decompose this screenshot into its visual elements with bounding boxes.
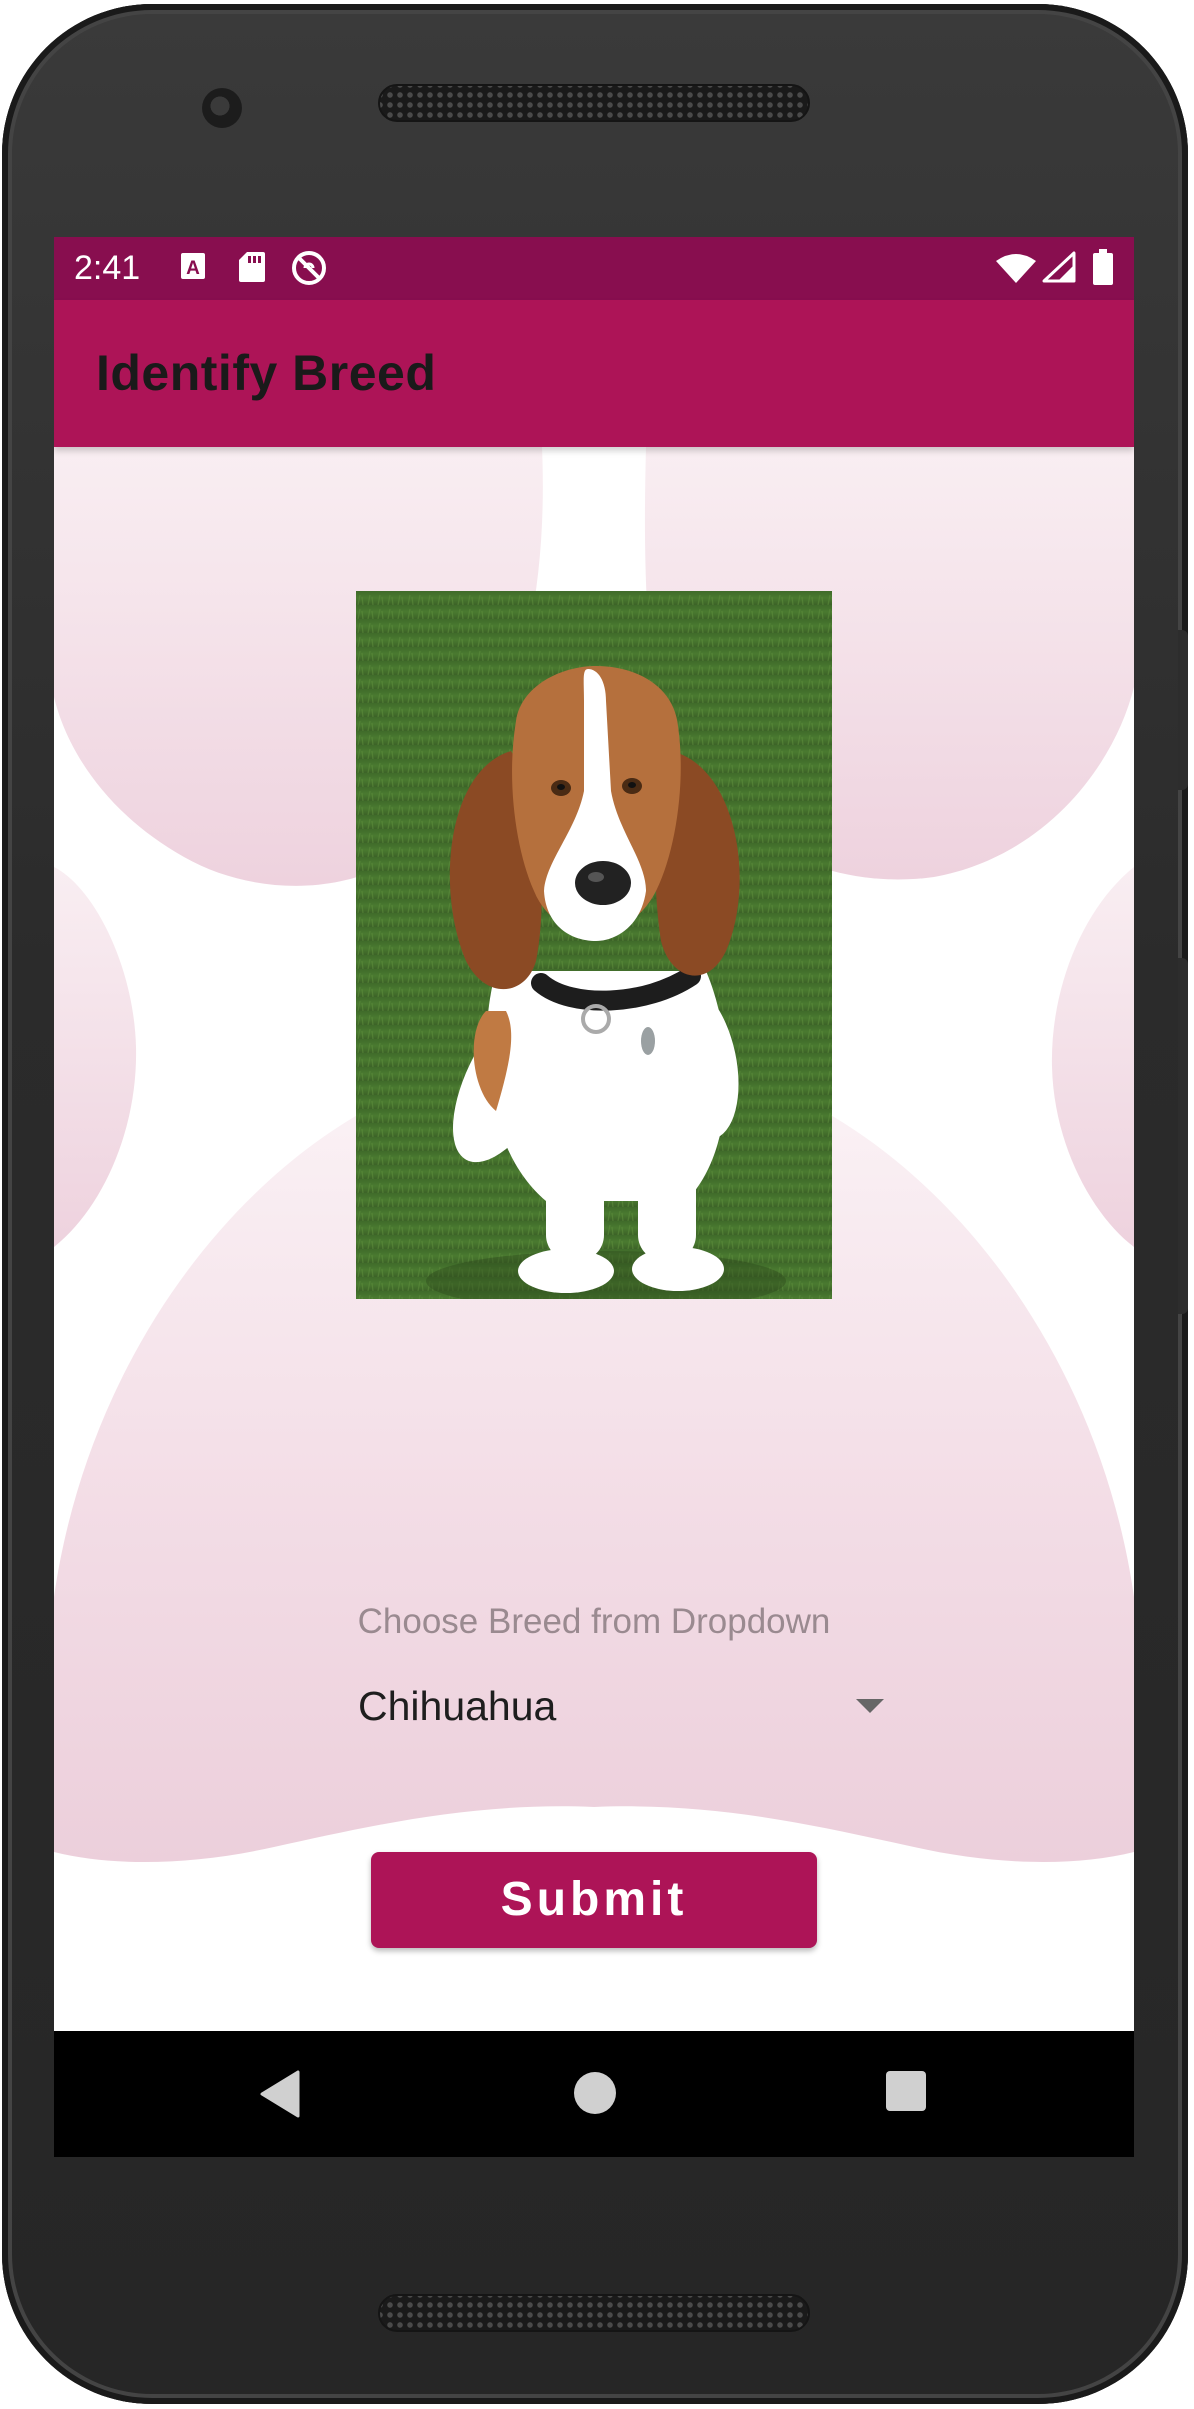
sd-card-icon	[238, 251, 266, 288]
back-icon[interactable]	[258, 2070, 302, 2123]
volume-button	[1178, 630, 1188, 790]
front-camera	[202, 88, 242, 128]
breed-prompt-label: Choose Breed from Dropdown	[357, 1602, 831, 1641]
power-button	[1178, 958, 1188, 1314]
do-not-disturb-icon	[290, 249, 328, 292]
device-screen: 2:41 A Identify Breed Choose Breed from …	[54, 237, 1134, 2157]
breed-dropdown[interactable]: Chihuahua	[336, 1669, 896, 1749]
top-speaker-grille	[378, 84, 810, 122]
page-title: Identify Breed	[96, 345, 437, 401]
recents-icon[interactable]	[885, 2070, 927, 2117]
font-a-icon: A	[180, 251, 206, 286]
status-time: 2:41	[74, 249, 141, 287]
bottom-speaker-grille	[378, 2294, 810, 2332]
submit-button[interactable]: Submit	[371, 1852, 817, 1948]
home-icon[interactable]	[572, 2070, 618, 2121]
main-content: Choose Breed from Dropdown Chihuahua Sub…	[54, 447, 1134, 2031]
wifi-icon	[996, 253, 1036, 288]
app-bar: Identify Breed	[54, 300, 1134, 447]
breed-dropdown-value: Chihuahua	[358, 1683, 557, 1729]
status-bar: 2:41 A	[54, 237, 1134, 300]
dog-photo	[356, 591, 832, 1299]
battery-icon	[1092, 249, 1114, 290]
svg-text:A: A	[186, 258, 200, 279]
dropdown-caret-icon	[856, 1699, 884, 1720]
phone-frame: 2:41 A Identify Breed Choose Breed from …	[2, 4, 1188, 2404]
navigation-bar	[54, 2031, 1134, 2157]
cell-signal-icon	[1042, 251, 1076, 288]
